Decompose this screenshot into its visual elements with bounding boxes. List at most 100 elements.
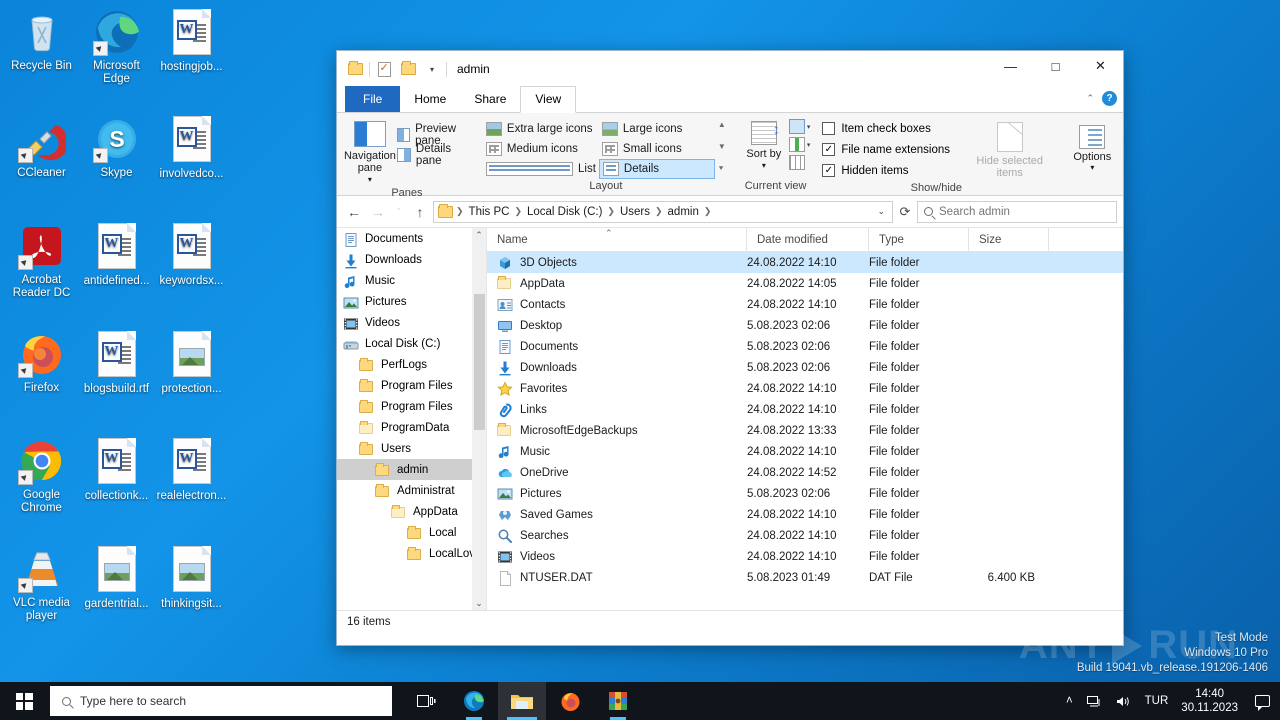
- item-check-boxes-checkbox[interactable]: Item check boxes: [822, 118, 969, 139]
- tab-file[interactable]: File: [345, 86, 401, 112]
- tree-node-admin[interactable]: admin: [337, 459, 486, 480]
- desktop-icon-recycle-bin[interactable]: Recycle Bin: [4, 8, 79, 73]
- taskbar-search-box[interactable]: Type here to search: [50, 686, 392, 716]
- action-center-icon[interactable]: [1248, 682, 1276, 720]
- volume-icon[interactable]: [1109, 682, 1138, 720]
- tree-node-program-files[interactable]: Program Files: [337, 375, 486, 396]
- minimize-button[interactable]: —: [988, 51, 1033, 81]
- options-button[interactable]: Options ▾: [1062, 121, 1122, 172]
- group-by-button[interactable]: ▾: [788, 119, 810, 134]
- address-dropdown-icon[interactable]: ⌄: [877, 206, 888, 217]
- breadcrumb-local-disk[interactable]: Local Disk (C:): [525, 206, 604, 218]
- gallery-scroll-down-icon[interactable]: ▼: [718, 143, 726, 151]
- tree-node-perflogs[interactable]: PerfLogs: [337, 354, 486, 375]
- breadcrumb-admin[interactable]: admin: [666, 206, 701, 218]
- desktop-icon-skype[interactable]: S Skype: [79, 115, 154, 180]
- close-button[interactable]: ✕: [1078, 51, 1123, 81]
- desktop-icon-gardentrial[interactable]: gardentrial...: [79, 545, 154, 611]
- table-row[interactable]: Saved Games 24.08.2022 14:10 File folder: [487, 504, 1123, 525]
- desktop-icon-ccleaner[interactable]: CCleaner: [4, 115, 79, 180]
- layout-large-icons[interactable]: Large icons: [599, 119, 715, 139]
- gallery-expand-icon[interactable]: ⯆: [718, 165, 726, 173]
- recent-locations-icon[interactable]: ˇ: [391, 201, 407, 223]
- tree-node-documents[interactable]: Documents: [337, 228, 486, 249]
- table-row[interactable]: MicrosoftEdgeBackups 24.08.2022 13:33 File…: [487, 420, 1123, 441]
- layout-gallery-scroll[interactable]: ▲ ▼ ⯆: [715, 119, 729, 175]
- desktop-icon-thinkingsit[interactable]: thinkingsit...: [154, 545, 229, 611]
- tree-node-local-disk-c[interactable]: Local Disk (C:): [337, 333, 486, 354]
- scroll-down-icon[interactable]: ⌄: [475, 596, 483, 610]
- network-icon[interactable]: [1080, 682, 1109, 720]
- maximize-button[interactable]: □: [1033, 51, 1078, 81]
- search-box[interactable]: Search admin: [917, 200, 1117, 223]
- table-row[interactable]: Music 24.08.2022 14:10 File folder: [487, 441, 1123, 462]
- table-row[interactable]: Searches 24.08.2022 14:10 File folder: [487, 525, 1123, 546]
- firefox-taskbar-icon[interactable]: [546, 682, 594, 720]
- breadcrumb-this-pc[interactable]: This PC: [467, 206, 512, 218]
- properties-icon[interactable]: [374, 59, 394, 79]
- tree-node-downloads[interactable]: Downloads: [337, 249, 486, 270]
- desktop-icon-hostingjob[interactable]: Whostingjob...: [154, 8, 229, 74]
- new-folder-icon[interactable]: [398, 59, 418, 79]
- layout-extra-large-icons[interactable]: Extra large icons: [483, 119, 599, 139]
- language-indicator[interactable]: TUR: [1138, 682, 1176, 720]
- table-row[interactable]: Links 24.08.2022 14:10 File folder: [487, 399, 1123, 420]
- collapse-ribbon-icon[interactable]: ⌃: [1086, 93, 1094, 104]
- layout-list[interactable]: List: [483, 159, 599, 179]
- desktop-icon-protection[interactable]: protection...: [154, 330, 229, 396]
- tab-view[interactable]: View: [520, 86, 577, 113]
- tab-home[interactable]: Home: [400, 87, 460, 112]
- column-header-name[interactable]: Name: [487, 228, 747, 251]
- tree-node-pictures[interactable]: Pictures: [337, 291, 486, 312]
- microsoft-edge-taskbar-icon[interactable]: [450, 682, 498, 720]
- table-row[interactable]: Videos 24.08.2022 14:10 File folder: [487, 546, 1123, 567]
- desktop-icon-collectionk[interactable]: Wcollectionk...: [79, 437, 154, 503]
- desktop-icon-acrobat-reader-dc[interactable]: Acrobat Reader DC: [4, 222, 79, 300]
- desktop-icon-firefox[interactable]: Firefox: [4, 330, 79, 395]
- table-row[interactable]: Downloads 5.08.2023 02:06 File folder: [487, 357, 1123, 378]
- file-name-extensions-checkbox[interactable]: ✓ File name extensions: [822, 139, 969, 160]
- column-header-size[interactable]: Size: [969, 228, 1049, 251]
- tab-share[interactable]: Share: [460, 87, 520, 112]
- details-pane-button[interactable]: Details pane: [396, 143, 471, 167]
- layout-details[interactable]: Details: [598, 159, 715, 179]
- tree-node-users[interactable]: Users: [337, 438, 486, 459]
- start-button[interactable]: [0, 682, 48, 720]
- desktop-icon-keywordsx[interactable]: Wkeywordsx...: [154, 222, 229, 288]
- hide-selected-items-button[interactable]: Hide selected items: [969, 118, 1050, 179]
- table-row[interactable]: Contacts 24.08.2022 14:10 File folder: [487, 294, 1123, 315]
- preview-pane-button[interactable]: Preview pane: [396, 123, 471, 147]
- sort-by-button[interactable]: Sort by ▾: [741, 117, 787, 172]
- desktop-icon-realelectron[interactable]: Wrealelectron...: [154, 437, 229, 503]
- task-view-icon[interactable]: [402, 682, 450, 720]
- address-bar[interactable]: ❯ This PC ❯ Local Disk (C:) ❯ Users ❯ ad…: [433, 200, 893, 223]
- table-row[interactable]: AppData 24.08.2022 14:05 File folder: [487, 273, 1123, 294]
- desktop-icon-antidefined[interactable]: Wantidefined...: [79, 222, 154, 288]
- tree-node-local[interactable]: Local: [337, 522, 486, 543]
- file-explorer-taskbar-icon[interactable]: [498, 682, 546, 720]
- table-row[interactable]: Documents 5.08.2023 02:06 File folder: [487, 336, 1123, 357]
- refresh-button[interactable]: ⟳: [895, 204, 915, 220]
- breadcrumb-users[interactable]: Users: [618, 206, 652, 218]
- tree-node-appdata[interactable]: AppData: [337, 501, 486, 522]
- navigation-tree[interactable]: Documents Downloads Music Pictures Videos Loc…: [337, 228, 487, 610]
- layout-medium-icons[interactable]: Medium icons: [483, 139, 599, 159]
- tree-node-locallov[interactable]: LocalLov: [337, 543, 486, 564]
- winrar-taskbar-icon[interactable]: [594, 682, 642, 720]
- tree-node-programdata[interactable]: ProgramData: [337, 417, 486, 438]
- customize-quick-access-caret-icon[interactable]: ▾: [422, 59, 442, 79]
- tree-node-program-files[interactable]: Program Files: [337, 396, 486, 417]
- show-hidden-icons-button[interactable]: ˄: [1059, 682, 1080, 720]
- table-row[interactable]: 3D Objects 24.08.2022 14:10 File folder: [487, 252, 1123, 273]
- tree-node-music[interactable]: Music: [337, 270, 486, 291]
- table-row[interactable]: Pictures 5.08.2023 02:06 File folder: [487, 483, 1123, 504]
- table-row[interactable]: Desktop 5.08.2023 02:06 File folder: [487, 315, 1123, 336]
- scroll-up-icon[interactable]: ⌃: [475, 228, 483, 242]
- column-header-type[interactable]: Type: [869, 228, 969, 251]
- forward-button[interactable]: →: [367, 201, 389, 223]
- back-button[interactable]: ←: [343, 201, 365, 223]
- desktop-icon-google-chrome[interactable]: Google Chrome: [4, 437, 79, 515]
- desktop-icon-microsoft-edge[interactable]: Microsoft Edge: [79, 8, 154, 86]
- up-button[interactable]: ↑: [409, 201, 431, 223]
- help-icon[interactable]: ?: [1102, 91, 1117, 106]
